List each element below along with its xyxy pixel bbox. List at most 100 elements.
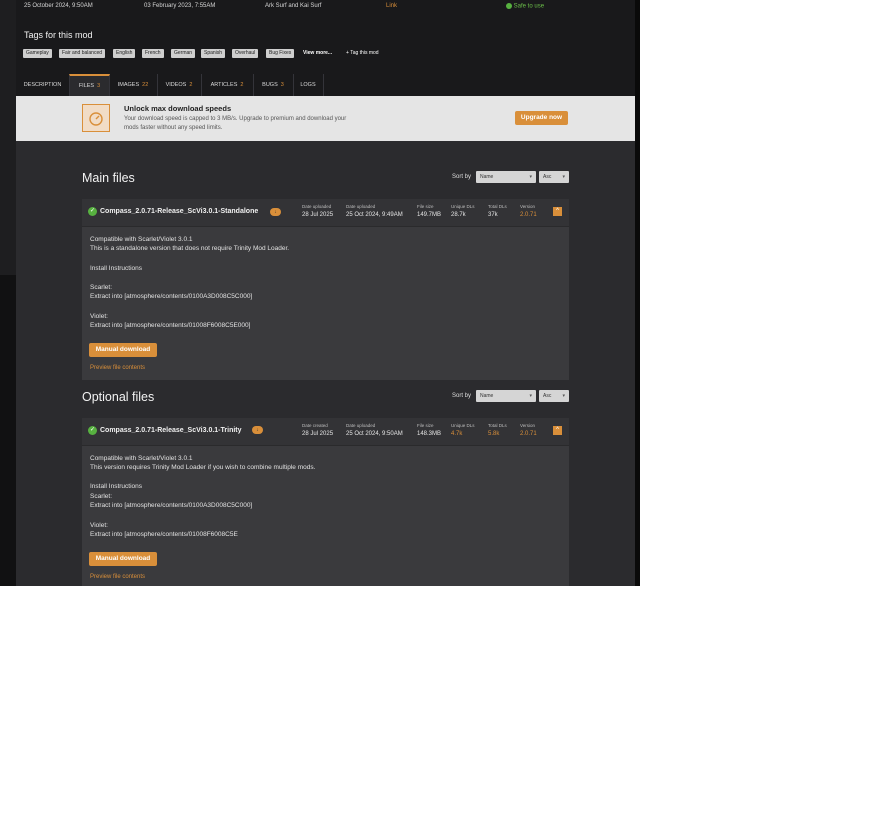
tab-count: 3: [280, 82, 284, 88]
sort-order-select[interactable]: Asc ▾: [539, 390, 569, 402]
sort-label: Sort by: [452, 174, 472, 180]
main-files-heading: Main files: [82, 171, 135, 185]
tab-label: IMAGES: [117, 82, 140, 88]
tab-label: BUGS: [262, 82, 278, 88]
manual-download-button[interactable]: Manual download: [89, 343, 157, 357]
tab-label: DESCRIPTION: [23, 82, 62, 88]
chevron-up-icon[interactable]: ^: [553, 207, 562, 216]
stat-value: 25 Oct 2024, 9:50AM: [346, 431, 403, 437]
sort-field-value: Name: [480, 174, 494, 180]
meta-created: 25 October 2024, 9:50AM: [24, 3, 93, 9]
tab-count: 2: [240, 82, 244, 88]
stat-label: File size: [417, 204, 434, 209]
view-more-tags-link[interactable]: View more...: [303, 50, 332, 56]
manual-download-button[interactable]: Manual download: [89, 552, 157, 566]
sort-order-value: Asc: [543, 393, 552, 399]
tab-count: 2: [189, 82, 193, 88]
tag-chip[interactable]: Gameplay: [23, 49, 52, 58]
stat-value: 2.0.71: [520, 431, 537, 437]
sort-label: Sort by: [452, 393, 472, 399]
premium-banner: Unlock max download speeds Your download…: [16, 96, 635, 141]
file-desc-line: Extract into [atmosphere/contents/01008F…: [90, 531, 238, 538]
preview-file-contents-link[interactable]: Preview file contents: [90, 365, 145, 371]
left-margin: [0, 0, 16, 586]
file-desc-line: Violet:: [90, 522, 108, 529]
safe-badge: Safe to use: [506, 3, 544, 10]
file-desc-line: Extract into [atmosphere/contents/0100A3…: [90, 502, 253, 509]
cloud-download-icon[interactable]: ↓: [252, 426, 263, 434]
stat-value: 2.0.71: [520, 212, 537, 218]
shield-check-icon: [506, 3, 512, 9]
stat-label: Total DLs: [488, 204, 507, 209]
file-header[interactable]: ✓ Compass_2.0.71-Release_ScVi3.0.1-Trini…: [82, 418, 569, 446]
check-circle-icon: ✓: [88, 426, 97, 435]
stat-value: 4.7k: [451, 431, 463, 437]
tag-chip[interactable]: Bug Fixes: [266, 49, 295, 58]
stat-label: Unique DLs: [451, 204, 475, 209]
stat-value: 25 Oct 2024, 9:49AM: [346, 212, 403, 218]
optional-files-heading: Optional files: [82, 390, 155, 404]
tab-videos[interactable]: VIDEOS 2: [157, 74, 202, 96]
tag-chip[interactable]: French: [142, 49, 164, 58]
tag-chip[interactable]: Spanish: [201, 49, 226, 58]
stat-label: Total DLs: [488, 423, 507, 428]
meta-uploaded: 03 February 2023, 7:55AM: [144, 3, 216, 9]
stat-label: File size: [417, 423, 434, 428]
file-header[interactable]: ✓ Compass_2.0.71-Release_ScVi3.0.1-Stand…: [82, 199, 569, 227]
chevron-up-icon[interactable]: ^: [553, 426, 562, 435]
stat-value: 28.7k: [451, 212, 466, 218]
tab-bugs[interactable]: BUGS 3: [253, 74, 294, 96]
cloud-download-icon[interactable]: ↓: [270, 208, 281, 216]
tab-description[interactable]: DESCRIPTION: [16, 74, 70, 96]
preview-file-contents-link[interactable]: Preview file contents: [90, 574, 145, 580]
stat-value: 149.7MB: [417, 212, 442, 218]
sort-field-select[interactable]: Name ▾: [476, 171, 536, 183]
file-desc-line: Compatible with Scarlet/Violet 3.0.1: [90, 236, 193, 243]
tab-label: ARTICLES: [210, 82, 238, 88]
file-desc-line: This is a standalone version that does n…: [90, 245, 290, 252]
stat-label: Date uploaded: [346, 423, 376, 428]
tab-images[interactable]: IMAGES 22: [109, 74, 158, 96]
sort-field-select[interactable]: Name ▾: [476, 390, 536, 402]
stat-value: 28 Jul 2025: [302, 431, 334, 437]
speedometer-icon: [82, 104, 110, 132]
stat-value: 28 Jul 2025: [302, 212, 334, 218]
tab-logs[interactable]: LOGS: [293, 74, 324, 96]
file-desc-line: Scarlet:: [90, 493, 113, 500]
stat-label: Unique DLs: [451, 423, 475, 428]
file-name: Compass_2.0.71-Release_ScVi3.0.1-Trinity: [100, 427, 242, 434]
tab-label: VIDEOS: [165, 82, 187, 88]
file-desc-line: Install Instructions: [90, 265, 143, 272]
tab-count: 3: [97, 83, 101, 89]
scrollbar-track[interactable]: [635, 0, 640, 586]
tab-label: LOGS: [300, 82, 316, 88]
tag-chip[interactable]: German: [171, 49, 196, 58]
tags-heading: Tags for this mod: [24, 30, 93, 40]
banner-description: Your download speed is capped to 3 MB/s.…: [124, 116, 347, 131]
stat-value: 37k: [488, 212, 498, 218]
tag-chip[interactable]: Overhaul: [232, 49, 259, 58]
stat-label: Version: [520, 204, 536, 209]
sort-order-select[interactable]: Asc ▾: [539, 171, 569, 183]
stat-value: 5.8k: [488, 431, 500, 437]
upgrade-now-button[interactable]: Upgrade now: [515, 111, 568, 125]
file-name: Compass_2.0.71-Release_ScVi3.0.1-Standal…: [100, 208, 259, 215]
tab-files[interactable]: FILES 3: [69, 74, 110, 96]
chevron-down-icon: ▾: [529, 174, 532, 180]
tag-chip[interactable]: English: [113, 49, 136, 58]
meta-authors[interactable]: Ark Surf and Kai Surf: [265, 3, 321, 9]
meta-link[interactable]: Link: [386, 3, 397, 9]
chevron-down-icon: ▾: [562, 174, 565, 180]
tag-chip[interactable]: Fair and balanced: [59, 49, 106, 58]
sort-field-value: Name: [480, 393, 494, 399]
file-desc-line: Install Instructions: [90, 483, 143, 490]
left-shade: [0, 0, 16, 275]
tab-articles[interactable]: ARTICLES 2: [201, 74, 254, 96]
tab-count: 22: [142, 82, 149, 88]
mod-tabs: DESCRIPTION FILES 3 IMAGES 22 VIDEOS 2 ARTI…: [16, 74, 635, 96]
banner-title: Unlock max download speeds: [124, 104, 232, 113]
tag-this-mod-link[interactable]: + Tag this mod: [346, 50, 379, 56]
stat-value: 148.3MB: [417, 431, 442, 437]
file-desc-line: Extract into [atmosphere/contents/0100A3…: [90, 293, 253, 300]
stat-label: Date created: [302, 423, 328, 428]
